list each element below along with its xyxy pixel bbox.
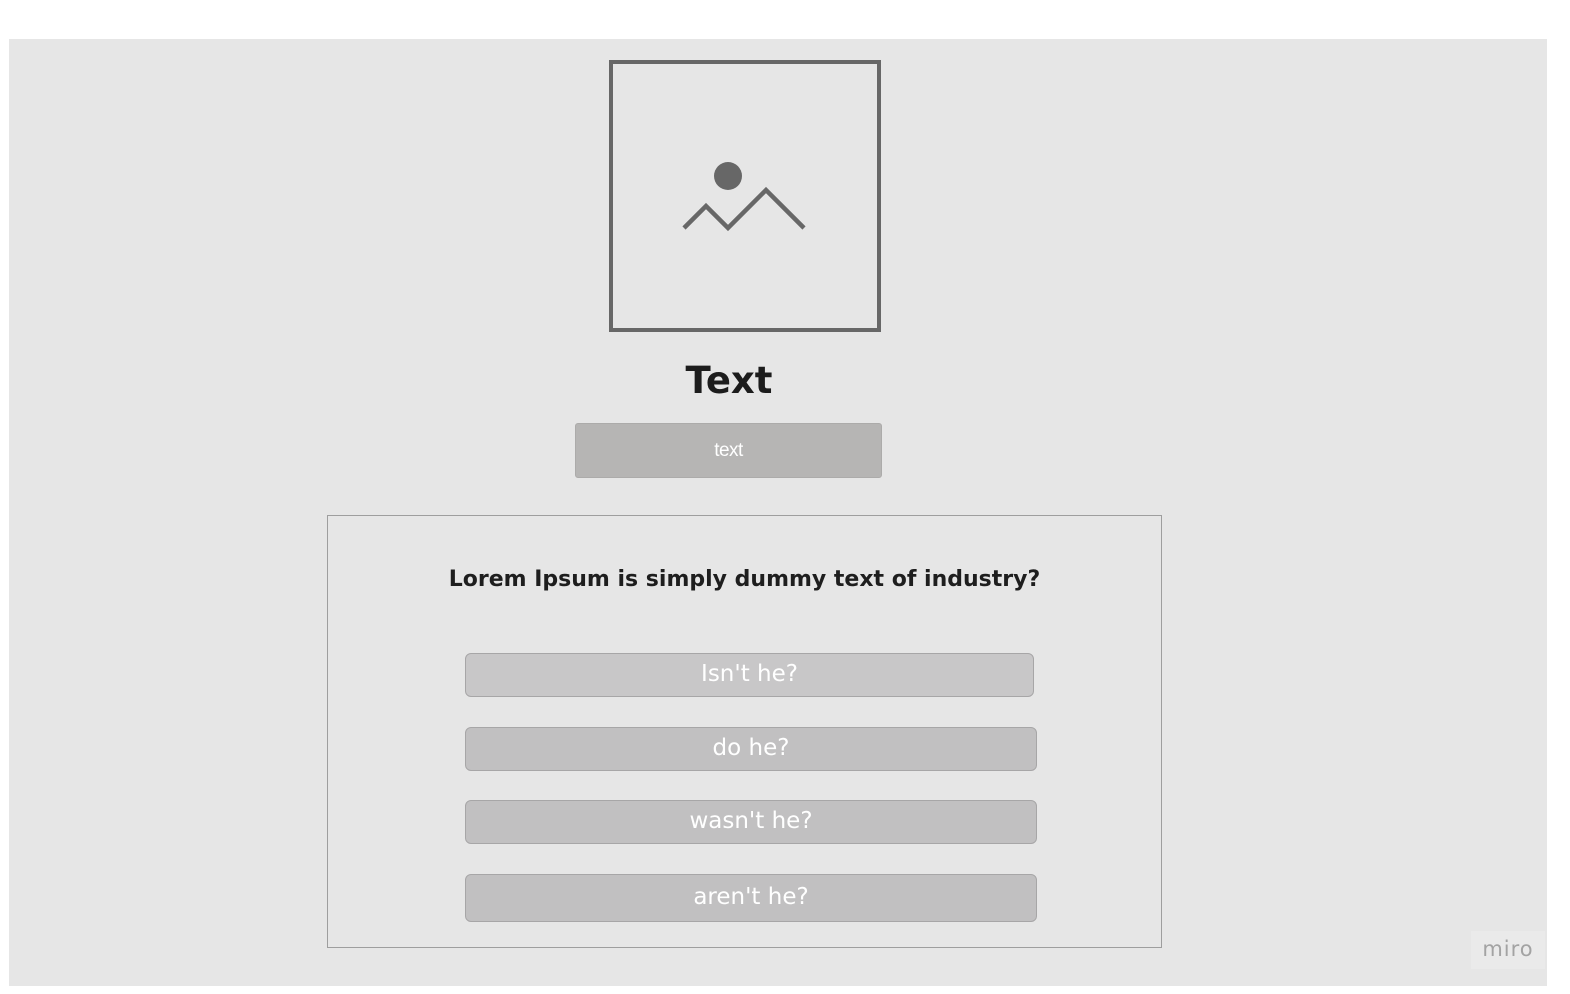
answer-option-2[interactable]: do he? xyxy=(465,727,1037,771)
answer-option-3[interactable]: wasn't he? xyxy=(465,800,1037,844)
question-text: Lorem Ipsum is simply dummy text of indu… xyxy=(448,567,1041,592)
page-title: Text xyxy=(685,359,773,402)
answer-option-1[interactable]: Isn't he? xyxy=(465,653,1034,697)
image-placeholder-icon xyxy=(682,162,806,232)
text-button[interactable]: text xyxy=(575,423,882,478)
image-placeholder xyxy=(609,60,881,332)
answer-option-4[interactable]: aren't he? xyxy=(465,874,1037,922)
miro-watermark: miro xyxy=(1471,931,1545,969)
